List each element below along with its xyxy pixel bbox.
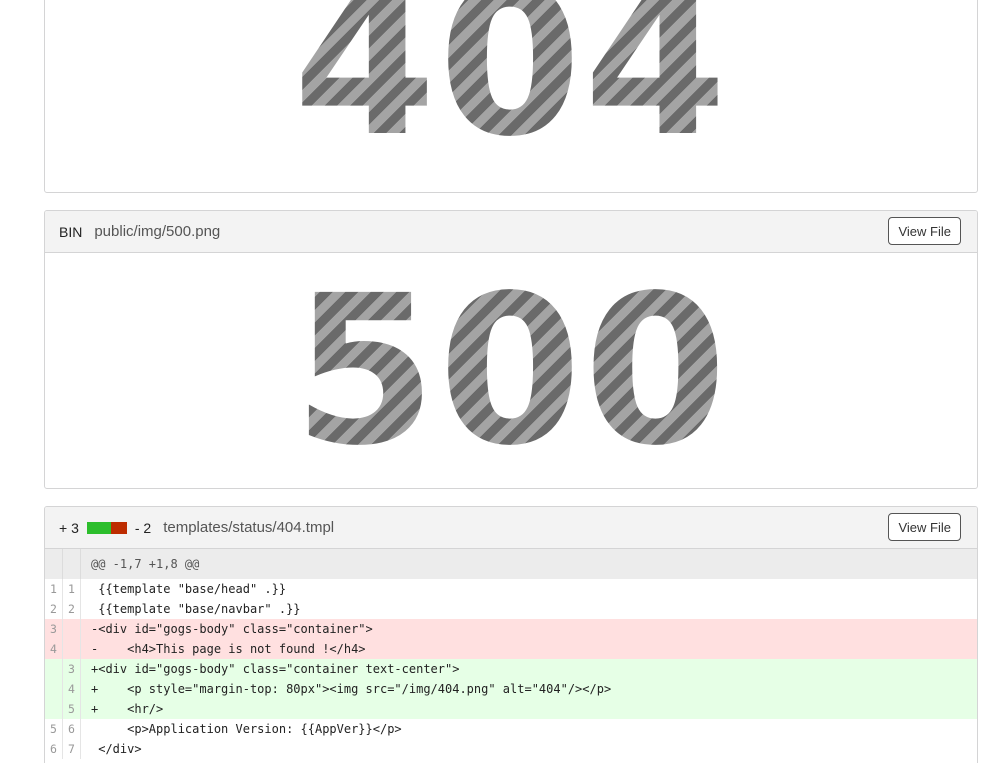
new-line-number: 5 <box>62 699 81 719</box>
old-line-number <box>45 699 63 719</box>
old-line-number <box>45 659 63 679</box>
old-line-number: 6 <box>45 739 63 759</box>
diff-line-del: 3 -<div id="gogs-body" class="container"> <box>45 619 977 639</box>
new-line-number <box>62 619 81 639</box>
code-line: -<div id="gogs-body" class="container"> <box>80 619 977 639</box>
diff-page: 404 BIN public/img/500.png View File 500… <box>0 0 1007 763</box>
diff-line-del: 4 - <h4>This page is not found !</h4> <box>45 639 977 659</box>
old-line-number: 1 <box>45 579 63 599</box>
view-file-button[interactable]: View File <box>888 513 961 541</box>
diff-stat-bar <box>86 521 127 534</box>
old-line-number: 5 <box>45 719 63 739</box>
diff-line-add: 4 + <p style="margin-top: 80px"><img src=… <box>45 679 977 699</box>
file-diff-404-tmpl: + 3 - 2 templates/status/404.tmpl View F… <box>44 506 978 763</box>
diff-line-ctx: 11 {{template "base/head" .}} <box>45 579 977 599</box>
new-line-number: 2 <box>62 599 81 619</box>
additions-count: + 3 <box>59 519 79 536</box>
file-path: public/img/500.png <box>94 223 221 240</box>
code-line: + <hr/> <box>80 699 977 719</box>
diff-line-add: 3 +<div id="gogs-body" class="container t… <box>45 659 977 679</box>
diff-line-add: 5 + <hr/> <box>45 699 977 719</box>
code-line: + <p style="margin-top: 80px"><img src="… <box>80 679 977 699</box>
file-header: BIN public/img/500.png View File <box>45 211 977 253</box>
bin-label: BIN <box>59 223 83 240</box>
old-line-number: 4 <box>45 639 63 659</box>
code-line: {{template "base/head" .}} <box>80 579 977 599</box>
diff-line-ctx: 56 <p>Application Version: {{AppVer}}</p… <box>45 719 977 739</box>
old-line-number: 2 <box>45 599 63 619</box>
code-line: {{template "base/navbar" .}} <box>80 599 977 619</box>
view-file-button[interactable]: View File <box>888 217 961 245</box>
image-preview-500: 500 <box>45 253 977 487</box>
new-line-number: 1 <box>62 579 81 599</box>
hunk-header-row: @@ -1,7 +1,8 @@ <box>45 549 977 579</box>
image-404: 404 <box>293 0 729 165</box>
new-line-number: 7 <box>62 739 81 759</box>
file-diff-500-png: BIN public/img/500.png View File 500 <box>44 210 978 489</box>
diff-stat-deletions <box>110 521 127 534</box>
code-line: - <h4>This page is not found !</h4> <box>80 639 977 659</box>
code-line: +<div id="gogs-body" class="container te… <box>80 659 977 679</box>
new-line-number: 3 <box>62 659 81 679</box>
code-line: </div> <box>80 739 977 759</box>
hunk-header: @@ -1,7 +1,8 @@ <box>80 549 977 579</box>
file-path: templates/status/404.tmpl <box>163 519 335 536</box>
code-line: <p>Application Version: {{AppVer}}</p> <box>80 719 977 739</box>
new-line-number <box>62 639 81 659</box>
diff-line-ctx: 67 </div> <box>45 739 977 759</box>
image-500: 500 <box>292 251 729 489</box>
new-line-number: 4 <box>62 679 81 699</box>
diff-stat-additions <box>86 521 111 534</box>
file-diff-404-png: 404 <box>44 0 978 193</box>
new-line-number: 6 <box>62 719 81 739</box>
old-line-number: 3 <box>45 619 63 639</box>
diff-table: @@ -1,7 +1,8 @@ 11 {{template "base/head… <box>45 549 977 759</box>
deletions-count: - 2 <box>134 519 152 536</box>
old-line-number <box>45 679 63 699</box>
image-preview-404: 404 <box>45 0 977 165</box>
file-header: + 3 - 2 templates/status/404.tmpl View F… <box>45 507 977 549</box>
diff-line-ctx: 22 {{template "base/navbar" .}} <box>45 599 977 619</box>
